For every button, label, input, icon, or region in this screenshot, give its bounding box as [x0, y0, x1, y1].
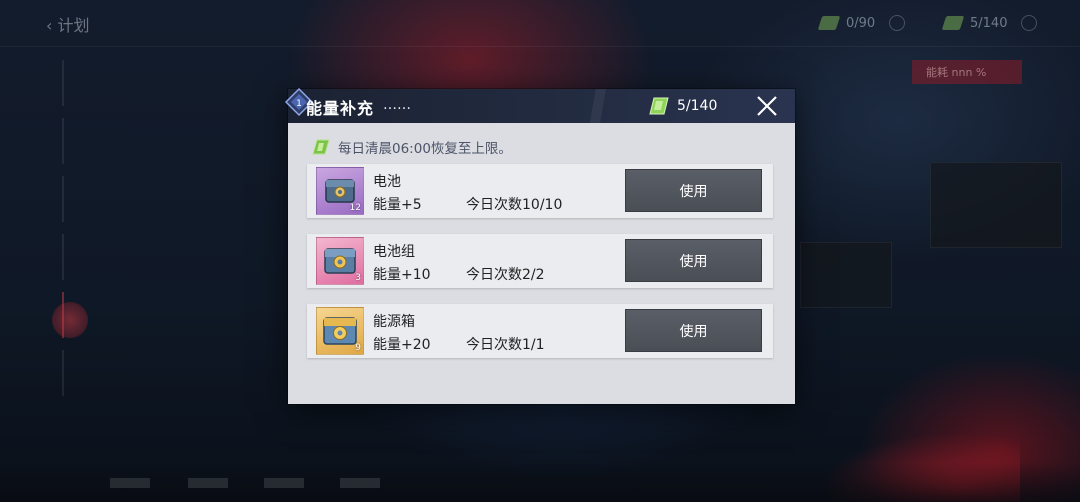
side-nav-item[interactable] — [62, 176, 212, 222]
bottom-tab[interactable] — [110, 478, 150, 488]
resource-counter-1: 0/90 — [817, 10, 906, 36]
green-gem-icon — [941, 16, 965, 30]
bottom-bar — [0, 462, 1080, 502]
use-button[interactable]: 使用 — [625, 239, 762, 282]
item-daily-count: 今日次数10/10 — [466, 197, 563, 213]
item-name: 电池 — [373, 174, 401, 190]
side-nav-item[interactable] — [62, 118, 212, 164]
status-badge: 能耗 nnn % — [912, 60, 1022, 84]
bottom-tab[interactable] — [340, 478, 380, 488]
energy-gem-icon — [649, 97, 669, 115]
item-energy: 能量+10 — [373, 267, 431, 283]
item-name: 能源箱 — [373, 314, 415, 330]
bg-stripe — [0, 46, 1080, 47]
item-row-energy-box: 9 能源箱 能量+20 今日次数1/1 使用 — [307, 304, 773, 358]
item-daily-count: 今日次数2/2 — [466, 267, 545, 283]
dialog-title: 能量补充 — [306, 99, 375, 118]
dialog-header: 1 能量补充 …… 5/140 — [284, 87, 795, 123]
reset-hint: 每日清晨06:00恢复至上限。 — [312, 137, 512, 157]
item-energy: 能量+5 — [373, 197, 422, 213]
item-row-battery-pack: 3 电池组 能量+10 今日次数2/2 使用 — [307, 234, 773, 288]
plus-icon[interactable] — [889, 15, 906, 31]
preview-thumbnail[interactable] — [800, 242, 892, 308]
back-arrow-icon: ‹ — [46, 16, 58, 35]
item-count: 3 — [355, 273, 361, 283]
use-button[interactable]: 使用 — [625, 169, 762, 212]
side-nav-item[interactable] — [62, 234, 212, 280]
close-icon[interactable] — [754, 93, 780, 119]
bottom-tab[interactable] — [264, 478, 304, 488]
back-button[interactable]: ‹ 计划 — [46, 12, 136, 40]
dialog-title-suffix: …… — [383, 97, 411, 113]
item-name: 电池组 — [373, 244, 415, 260]
side-nav-item[interactable] — [62, 60, 212, 106]
side-nav-list — [62, 60, 212, 408]
item-row-battery: 12 电池 能量+5 今日次数10/10 使用 — [307, 164, 773, 218]
item-count: 9 — [355, 343, 361, 353]
green-gem-icon — [817, 16, 841, 30]
resource-value: 0/90 — [846, 15, 876, 31]
svg-text:1: 1 — [296, 99, 302, 109]
battery-pack-item-icon[interactable]: 3 — [316, 237, 364, 285]
back-label: 计划 — [57, 16, 90, 35]
energy-gem-icon — [312, 139, 330, 155]
use-button[interactable]: 使用 — [625, 309, 762, 352]
energy-box-item-icon[interactable]: 9 — [316, 307, 364, 355]
energy-refill-dialog: 1 能量补充 …… 5/140 每日清晨06:00恢复至上限。 12 电池 能量… — [284, 87, 795, 404]
side-nav-item-active[interactable] — [62, 292, 212, 338]
side-nav-item[interactable] — [62, 350, 212, 396]
item-energy: 能量+20 — [373, 337, 431, 353]
resource-value: 5/140 — [970, 15, 1008, 31]
bottom-tab[interactable] — [188, 478, 228, 488]
item-count: 12 — [349, 203, 361, 213]
energy-count: 5/140 — [677, 98, 718, 114]
resource-counter-2: 5/140 — [941, 10, 1038, 36]
hint-text: 每日清晨06:00恢复至上限。 — [338, 141, 512, 157]
item-daily-count: 今日次数1/1 — [466, 337, 545, 353]
plus-icon[interactable] — [1021, 15, 1038, 31]
preview-thumbnail[interactable] — [930, 162, 1062, 248]
battery-item-icon[interactable]: 12 — [316, 167, 364, 215]
